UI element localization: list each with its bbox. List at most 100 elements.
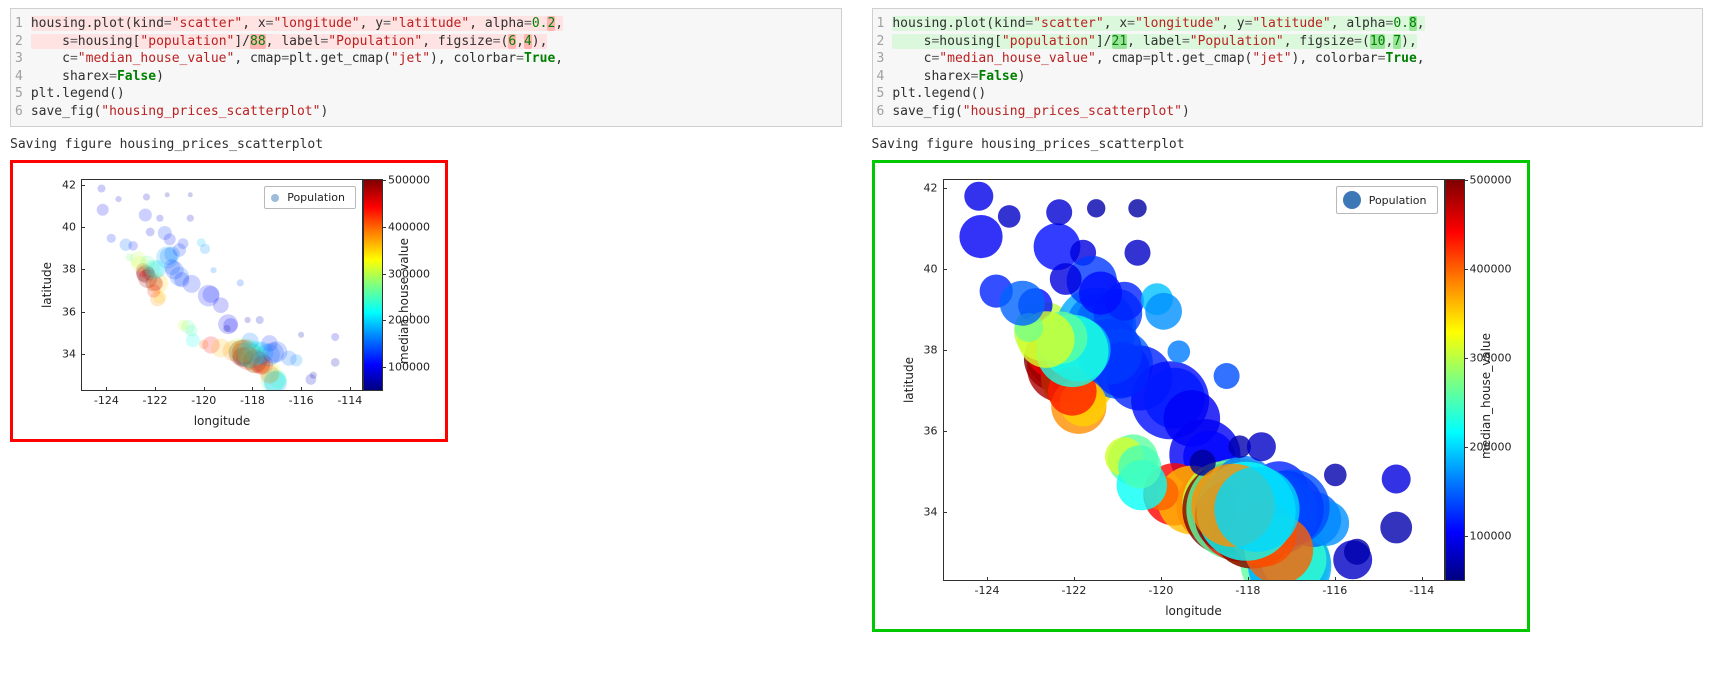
scatter-point bbox=[1124, 240, 1150, 266]
right-code-block[interactable]: 1 2 3 4 5 6 housing.plot(kind="scatter",… bbox=[872, 8, 1704, 127]
x-tick-label: -116 bbox=[289, 394, 314, 407]
x-tick-label: -118 bbox=[1235, 584, 1260, 597]
y-tick-label: 34 bbox=[924, 505, 938, 518]
y-tick-label: 42 bbox=[62, 178, 76, 191]
population-marker-icon bbox=[1343, 191, 1361, 209]
scatter-point bbox=[98, 185, 106, 193]
y-tick-label: 38 bbox=[924, 343, 938, 356]
scatter-point bbox=[199, 340, 209, 350]
x-tick-label: -124 bbox=[94, 394, 119, 407]
scatter-point bbox=[260, 365, 279, 384]
right-x-label: longitude bbox=[944, 604, 1444, 618]
right-y-label: latitude bbox=[902, 357, 916, 403]
x-tick-label: -120 bbox=[1148, 584, 1173, 597]
left-y-label: latitude bbox=[40, 262, 54, 308]
left-colorbar: 100000200000300000400000500000 bbox=[363, 179, 383, 391]
scatter-point bbox=[1344, 539, 1370, 565]
diff-side-by-side: 1 2 3 4 5 6 housing.plot(kind="scatter",… bbox=[0, 0, 1713, 640]
scatter-point bbox=[331, 358, 340, 367]
scatter-point bbox=[126, 254, 134, 262]
x-tick-label: -122 bbox=[1061, 584, 1086, 597]
right-code-body: housing.plot(kind="scatter", x="longitud… bbox=[892, 15, 1696, 120]
y-tick-label: 36 bbox=[62, 305, 76, 318]
scatter-point bbox=[131, 256, 147, 272]
right-plot: 3436384042 -124-122-120-118-116-114 long… bbox=[881, 169, 1521, 623]
scatter-point bbox=[187, 215, 194, 222]
colorbar-tick-label: 500000 bbox=[1470, 174, 1512, 187]
y-tick-label: 36 bbox=[924, 424, 938, 437]
x-tick-label: -122 bbox=[143, 394, 168, 407]
scatter-point bbox=[107, 234, 116, 243]
scatter-point bbox=[1324, 464, 1347, 487]
colorbar-tick-label: 500000 bbox=[388, 174, 430, 187]
scatter-point bbox=[165, 193, 170, 198]
left-colorbar-label: median_house_value bbox=[397, 238, 411, 364]
left-line-numbers: 1 2 3 4 5 6 bbox=[15, 15, 31, 120]
scatter-point bbox=[999, 281, 1044, 326]
scatter-point bbox=[1246, 432, 1275, 461]
scatter-point bbox=[310, 372, 317, 379]
x-tick-label: -124 bbox=[974, 584, 999, 597]
scatter-point bbox=[1078, 272, 1121, 315]
scatter-point bbox=[143, 194, 150, 201]
right-legend: Population bbox=[1336, 186, 1438, 214]
scatter-point bbox=[147, 284, 160, 297]
scatter-point bbox=[246, 341, 270, 365]
scatter-point bbox=[290, 354, 302, 366]
scatter-point bbox=[959, 215, 1002, 258]
scatter-point bbox=[156, 215, 163, 222]
scatter-point bbox=[186, 325, 198, 337]
left-cell: 1 2 3 4 5 6 housing.plot(kind="scatter",… bbox=[10, 8, 842, 632]
scatter-point bbox=[1087, 199, 1105, 217]
scatter-point bbox=[1214, 467, 1299, 552]
y-tick-label: 34 bbox=[62, 348, 76, 361]
scatter-point bbox=[331, 333, 339, 341]
scatter-point bbox=[237, 280, 244, 287]
left-code-body: housing.plot(kind="scatter", x="longitud… bbox=[31, 15, 835, 120]
scatter-point bbox=[1118, 446, 1161, 489]
y-tick-label: 40 bbox=[62, 220, 76, 233]
right-line-numbers: 1 2 3 4 5 6 bbox=[877, 15, 893, 120]
left-x-label: longitude bbox=[82, 414, 362, 428]
colorbar-tick-label: 100000 bbox=[1470, 529, 1512, 542]
right-colorbar-label: median_house_value bbox=[1479, 333, 1493, 459]
x-tick-label: -114 bbox=[337, 394, 362, 407]
right-figure-frame: 3436384042 -124-122-120-118-116-114 long… bbox=[872, 160, 1530, 632]
y-tick-label: 38 bbox=[62, 263, 76, 276]
right-cell: 1 2 3 4 5 6 housing.plot(kind="scatter",… bbox=[872, 8, 1704, 632]
x-tick-label: -116 bbox=[1322, 584, 1347, 597]
left-legend-label: Population bbox=[287, 191, 345, 204]
left-axes: 3436384042 -124-122-120-118-116-114 long… bbox=[81, 179, 363, 391]
scatter-point bbox=[200, 244, 210, 254]
scatter-point bbox=[1213, 363, 1239, 389]
colorbar-tick-label: 400000 bbox=[1470, 263, 1512, 276]
scatter-point bbox=[115, 196, 121, 202]
y-tick-label: 42 bbox=[924, 182, 938, 195]
scatter-point bbox=[245, 317, 251, 323]
scatter-point bbox=[146, 228, 155, 237]
scatter-point bbox=[964, 182, 993, 211]
left-legend: Population bbox=[264, 186, 356, 209]
scatter-point bbox=[1046, 200, 1072, 226]
y-tick-label: 40 bbox=[924, 263, 938, 276]
scatter-point bbox=[210, 267, 216, 273]
scatter-point bbox=[1380, 512, 1412, 544]
scatter-point bbox=[256, 316, 264, 324]
left-output-text: Saving figure housing_prices_scatterplot bbox=[10, 137, 842, 152]
scatter-point bbox=[1128, 199, 1146, 217]
scatter-point bbox=[1381, 465, 1410, 494]
x-tick-label: -120 bbox=[191, 394, 216, 407]
left-figure-frame: 34 36 38 40 42 -124 -122 -120 -118 -116 -114 long… bbox=[10, 160, 448, 442]
colorbar-tick-label: 400000 bbox=[388, 220, 430, 233]
scatter-point bbox=[164, 234, 176, 246]
scatter-point bbox=[298, 332, 304, 338]
right-output-text: Saving figure housing_prices_scatterplot bbox=[872, 137, 1704, 152]
scatter-point bbox=[188, 193, 193, 198]
scatter-point bbox=[223, 325, 230, 332]
scatter-point bbox=[1145, 293, 1182, 330]
scatter-point bbox=[1049, 263, 1081, 295]
x-tick-label: -118 bbox=[240, 394, 265, 407]
scatter-point bbox=[1167, 341, 1190, 364]
scatter-point bbox=[165, 261, 183, 279]
left-code-block[interactable]: 1 2 3 4 5 6 housing.plot(kind="scatter",… bbox=[10, 8, 842, 127]
